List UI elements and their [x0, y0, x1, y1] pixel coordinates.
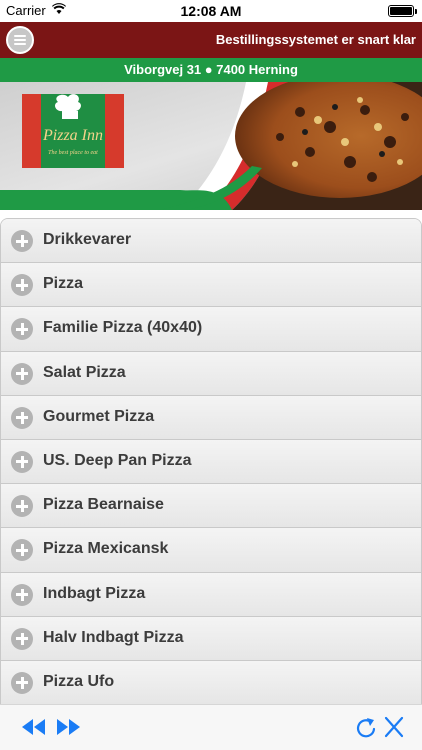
expand-plus-icon [11, 406, 33, 429]
category-item[interactable]: Gourmet Pizza [1, 395, 421, 440]
category-label: Halv Indbagt Pizza [43, 628, 184, 646]
expand-plus-icon [11, 230, 33, 252]
expand-plus-icon [11, 627, 33, 650]
bottom-toolbar [0, 704, 422, 750]
category-label: Familie Pizza (40x40) [43, 319, 203, 337]
category-label: Salat Pizza [43, 363, 126, 381]
category-item[interactable]: Pizza Bearnaise [1, 484, 421, 529]
category-label: Pizza [43, 275, 84, 293]
expand-plus-icon [11, 583, 33, 606]
category-item[interactable]: Pizza [1, 263, 421, 308]
menu-button[interactable] [6, 26, 34, 54]
category-list: Drikkevarer Pizza Familie Pizza (40x40) Sal… [0, 218, 422, 706]
category-item[interactable]: Pizza Ufo [1, 660, 421, 706]
category-item[interactable]: US. Deep Pan Pizza [1, 439, 421, 485]
refresh-icon[interactable] [352, 715, 380, 739]
close-icon[interactable] [380, 715, 408, 739]
restaurant-banner: Pizza Inn The best place to eat [0, 82, 422, 210]
logo-tagline: The best place to eat [48, 150, 98, 156]
address-text: Viborgvej 31 ● 7400 Herning [124, 62, 298, 77]
category-label: US. Deep Pan Pizza [43, 451, 192, 469]
category-item[interactable]: Familie Pizza (40x40) [1, 307, 421, 352]
category-item[interactable]: Drikkevarer [1, 219, 421, 264]
header-title: Bestillingssystemet er snart klar [215, 32, 416, 47]
expand-plus-icon [11, 450, 33, 473]
expand-plus-icon [11, 318, 33, 341]
rewind-icon[interactable] [20, 715, 48, 739]
category-label: Gourmet Pizza [43, 407, 155, 425]
logo-text: Pizza Inn [42, 127, 103, 144]
status-time: 12:08 AM [180, 3, 242, 19]
category-item[interactable]: Salat Pizza [1, 351, 421, 396]
banner-image: Pizza Inn The best place to eat [0, 82, 422, 210]
category-item[interactable]: Pizza Mexicansk [1, 528, 421, 573]
expand-plus-icon [11, 362, 33, 385]
expand-plus-icon [11, 495, 33, 518]
category-item[interactable]: Indbagt Pizza [1, 572, 421, 617]
category-label: Pizza Bearnaise [43, 496, 164, 514]
category-label: Drikkevarer [43, 231, 132, 248]
fast-forward-icon[interactable] [54, 715, 82, 739]
expand-plus-icon [11, 274, 33, 297]
app-header: Bestillingssystemet er snart klar [0, 22, 422, 58]
category-label: Indbagt Pizza [43, 584, 146, 602]
category-label: Pizza Ufo [43, 672, 115, 690]
expand-plus-icon [11, 671, 33, 694]
expand-plus-icon [11, 539, 33, 562]
address-bar: Viborgvej 31 ● 7400 Herning [0, 58, 422, 82]
status-bar: Carrier 12:08 AM [0, 0, 422, 22]
category-item[interactable]: Halv Indbagt Pizza [1, 616, 421, 661]
category-label: Pizza Mexicansk [43, 540, 169, 558]
battery-icon [388, 5, 417, 17]
